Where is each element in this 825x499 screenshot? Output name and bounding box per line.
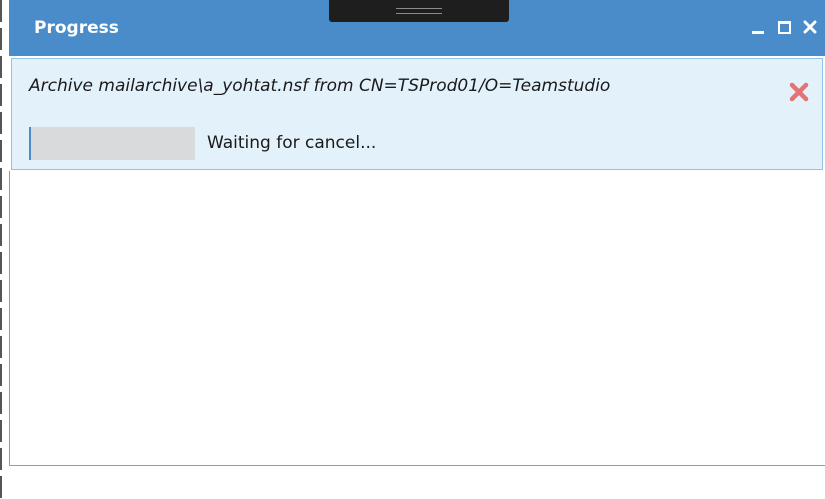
drag-handle[interactable] [329, 0, 509, 22]
grip-icon [396, 8, 442, 14]
window-controls [749, 15, 819, 39]
minimize-icon[interactable] [749, 16, 767, 38]
status-text: Waiting for cancel... [207, 133, 377, 153]
window-left-edge [0, 0, 2, 499]
maximize-icon[interactable] [775, 16, 793, 38]
cancel-x-icon[interactable] [788, 81, 810, 103]
task-title: Archive mailarchive\a_yohtat.nsf from CN… [29, 76, 611, 96]
progress-window: Progress Archive mailarchive\a_yohtat.ns… [0, 0, 825, 499]
close-icon[interactable] [801, 16, 819, 38]
progress-fill [29, 127, 31, 160]
progress-bar [29, 127, 195, 160]
progress-list-area [9, 171, 825, 466]
task-item: Archive mailarchive\a_yohtat.nsf from CN… [11, 58, 823, 170]
window-title: Progress [34, 18, 119, 38]
